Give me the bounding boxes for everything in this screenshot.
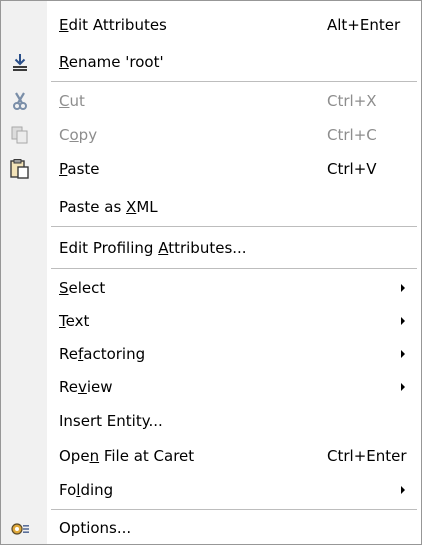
menu-item-edit-profiling-attributes[interactable]: Edit Profiling Attributes... — [1, 231, 421, 265]
submenu-arrow-icon — [401, 284, 405, 292]
menu-item-label: Open File at Caret — [59, 447, 195, 465]
menu-item-label: Edit Attributes — [59, 16, 167, 34]
context-menu: Edit Attributes Alt+Enter Rename 'root' … — [0, 0, 422, 545]
menu-item-label: Copy — [59, 126, 98, 144]
clipboard-paste-icon — [9, 158, 31, 180]
menu-item-label: Edit Profiling Attributes... — [59, 239, 247, 257]
menu-item-label: Refactoring — [59, 345, 146, 363]
menu-item-label: Folding — [59, 481, 114, 499]
submenu-arrow-icon — [401, 350, 405, 358]
submenu-arrow-icon — [401, 383, 405, 391]
menu-item-label: Text — [59, 312, 90, 330]
menu-item-copy[interactable]: Copy Ctrl+C — [1, 118, 421, 152]
gear-options-icon — [9, 518, 31, 540]
menu-item-review[interactable]: Review — [1, 370, 421, 404]
menu-item-label: Review — [59, 378, 113, 396]
menu-item-cut[interactable]: Cut Ctrl+X — [1, 84, 421, 118]
menu-item-text[interactable]: Text — [1, 304, 421, 338]
menu-item-label: Cut — [59, 92, 85, 110]
menu-item-shortcut: Ctrl+X — [327, 92, 377, 110]
menu-separator — [51, 81, 417, 83]
menu-item-label: Paste as XML — [59, 198, 158, 216]
menu-item-paste[interactable]: Paste Ctrl+V — [1, 152, 421, 186]
menu-item-label: Paste — [59, 160, 100, 178]
menu-item-label: Rename 'root' — [59, 53, 164, 71]
submenu-arrow-icon — [401, 317, 405, 325]
scissors-icon — [9, 90, 31, 112]
menu-item-open-file-at-caret[interactable]: Open File at Caret Ctrl+Enter — [1, 439, 421, 473]
menu-item-shortcut: Alt+Enter — [327, 16, 401, 34]
menu-item-rename-root[interactable]: Rename 'root' — [1, 45, 421, 79]
menu-item-paste-as-xml[interactable]: Paste as XML — [1, 190, 421, 224]
menu-item-select[interactable]: Select — [1, 271, 421, 305]
menu-item-edit-attributes[interactable]: Edit Attributes Alt+Enter — [1, 8, 421, 42]
menu-separator — [51, 226, 417, 228]
menu-item-shortcut: Ctrl+C — [327, 126, 377, 144]
menu-item-refactoring[interactable]: Refactoring — [1, 337, 421, 371]
menu-item-label: Insert Entity... — [59, 412, 163, 430]
menu-item-insert-entity[interactable]: Insert Entity... — [1, 404, 421, 438]
menu-item-shortcut: Ctrl+Enter — [327, 447, 407, 465]
menu-item-folding[interactable]: Folding — [1, 473, 421, 507]
menu-item-label: Options... — [59, 519, 132, 537]
copy-pages-icon — [9, 124, 31, 146]
menu-item-label: Select — [59, 279, 106, 297]
menu-item-options[interactable]: Options... — [1, 511, 421, 545]
menu-separator — [51, 268, 417, 270]
menu-item-shortcut: Ctrl+V — [327, 160, 377, 178]
download-arrow-icon — [9, 51, 31, 73]
submenu-arrow-icon — [401, 486, 405, 494]
